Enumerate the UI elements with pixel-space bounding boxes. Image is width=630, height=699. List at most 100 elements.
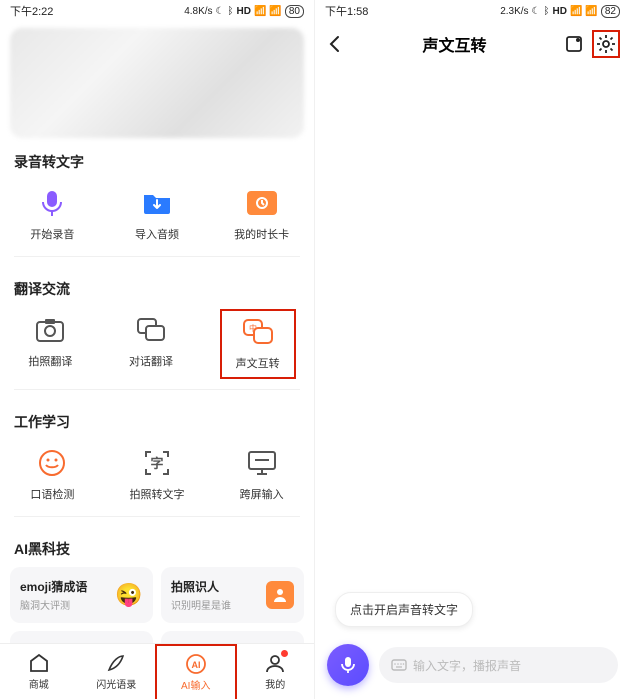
signal-icon: 📶 bbox=[254, 6, 266, 17]
mic-icon bbox=[35, 186, 69, 220]
text-input[interactable]: 输入文字，播报声音 bbox=[379, 647, 618, 683]
emoji-idiom-card[interactable]: emoji猜成语 脑洞大评测 😜 bbox=[10, 567, 153, 623]
mic-icon bbox=[338, 655, 358, 675]
history-button[interactable] bbox=[564, 34, 584, 54]
tab-label: 闪光语录 bbox=[96, 676, 136, 691]
start-recording-button[interactable]: 开始录音 bbox=[0, 180, 105, 248]
nav-bar: 声文互转 bbox=[315, 22, 630, 66]
label: 对话翻译 bbox=[129, 353, 173, 369]
chevron-left-icon bbox=[325, 34, 345, 54]
cross-screen-input-button[interactable]: 跨屏输入 bbox=[209, 440, 314, 508]
status-bar: 下午1:58 2.3K/s ☾ ᛒ HD 📶 📶 82 bbox=[315, 0, 630, 22]
right-screen: 下午1:58 2.3K/s ☾ ᛒ HD 📶 📶 82 声文互转 点击开启声音转… bbox=[315, 0, 630, 699]
hd-icon: HD bbox=[553, 6, 567, 17]
label: 口语检测 bbox=[30, 486, 74, 502]
hd-icon: HD bbox=[237, 6, 251, 17]
label: 跨屏输入 bbox=[240, 486, 284, 502]
folder-icon bbox=[140, 186, 174, 220]
photo-to-text-button[interactable]: 字 拍照转文字 bbox=[105, 440, 210, 508]
label: 导入音频 bbox=[135, 226, 179, 242]
voice-text-icon: 中 bbox=[241, 315, 275, 349]
tab-label: 我的 bbox=[265, 676, 285, 691]
section-title-translate: 翻译交流 bbox=[0, 265, 314, 307]
status-speed: 4.8K/s bbox=[184, 6, 212, 17]
user-icon bbox=[264, 652, 286, 674]
voice-text-convert-button-wrap: 中 声文互转 bbox=[201, 307, 314, 381]
section-title-record: 录音转文字 bbox=[0, 138, 314, 180]
shop-icon bbox=[28, 652, 50, 674]
label: 声文互转 bbox=[236, 355, 280, 371]
card-icon bbox=[245, 186, 279, 220]
left-screen: 下午2:22 4.8K/s ☾ ᛒ HD 📶 📶 80 录音转文字 开始录音 导… bbox=[0, 0, 315, 699]
status-right: 2.3K/s ☾ ᛒ HD 📶 📶 82 bbox=[500, 5, 620, 18]
card-title: 拍照识人 bbox=[171, 578, 231, 595]
tab-label: 商城 bbox=[29, 676, 49, 691]
label: 拍照翻译 bbox=[28, 353, 72, 369]
work-grid: 口语检测 字 拍照转文字 跨屏输入 bbox=[0, 440, 314, 508]
photo-translate-button[interactable]: 拍照翻译 bbox=[0, 307, 101, 381]
duration-card-button[interactable]: 我的时长卡 bbox=[209, 180, 314, 248]
card-sub: 识别明星是谁 bbox=[171, 597, 231, 612]
speaking-test-button[interactable]: 口语检测 bbox=[0, 440, 105, 508]
emoji-icon: 😜 bbox=[115, 581, 143, 609]
monitor-icon bbox=[245, 446, 279, 480]
label: 拍照转文字 bbox=[130, 486, 185, 502]
divider bbox=[14, 516, 300, 517]
divider bbox=[14, 389, 300, 390]
battery-icon: 82 bbox=[601, 5, 620, 18]
label: 开始录音 bbox=[30, 226, 74, 242]
input-placeholder: 输入文字，播报声音 bbox=[413, 657, 521, 674]
badge-dot bbox=[281, 650, 288, 657]
signal-icon: 📶 bbox=[570, 6, 582, 17]
tab-mine[interactable]: 我的 bbox=[237, 644, 315, 699]
translate-grid: 拍照翻译 对话翻译 中 声文互转 bbox=[0, 307, 314, 381]
tab-label: AI输入 bbox=[181, 677, 210, 692]
divider bbox=[14, 256, 300, 257]
keyboard-icon bbox=[391, 657, 407, 673]
card-sub: 脑洞大评测 bbox=[20, 597, 87, 612]
settings-button[interactable] bbox=[592, 30, 620, 58]
photo-identify-person-card[interactable]: 拍照识人 识别明星是谁 bbox=[161, 567, 304, 623]
status-right: 4.8K/s ☾ ᛒ HD 📶 📶 80 bbox=[184, 5, 304, 18]
ai-icon: AI bbox=[185, 653, 207, 675]
status-speed: 2.3K/s bbox=[500, 6, 528, 17]
gear-icon bbox=[596, 34, 616, 54]
bluetooth-icon: ᛒ bbox=[544, 6, 550, 17]
banner-image[interactable] bbox=[10, 28, 304, 138]
svg-text:中: 中 bbox=[249, 323, 257, 333]
tab-shop[interactable]: 商城 bbox=[0, 644, 78, 699]
battery-icon: 80 bbox=[285, 5, 304, 18]
voice-input-button[interactable] bbox=[327, 644, 369, 686]
dialogue-translate-button[interactable]: 对话翻译 bbox=[101, 307, 202, 381]
input-bar: 输入文字，播报声音 bbox=[315, 641, 630, 689]
signal-icon-2: 📶 bbox=[585, 6, 597, 17]
hint-bubble: 点击开启声音转文字 bbox=[335, 592, 473, 627]
voice-text-convert-button[interactable]: 中 声文互转 bbox=[220, 309, 296, 379]
status-time: 下午1:58 bbox=[325, 3, 368, 19]
card-title: emoji猜成语 bbox=[20, 578, 87, 595]
page-title: 声文互转 bbox=[422, 32, 486, 56]
svg-text:AI: AI bbox=[191, 660, 200, 670]
section-title-work: 工作学习 bbox=[0, 398, 314, 440]
status-bar: 下午2:22 4.8K/s ☾ ᛒ HD 📶 📶 80 bbox=[0, 0, 314, 22]
bluetooth-icon: ᛒ bbox=[228, 6, 234, 17]
scan-text-icon: 字 bbox=[140, 446, 174, 480]
page-icon bbox=[564, 34, 584, 54]
tab-bar: 商城 闪光语录 AI AI输入 我的 bbox=[0, 643, 314, 699]
chat-icon bbox=[134, 313, 168, 347]
tab-quotes[interactable]: 闪光语录 bbox=[78, 644, 156, 699]
quill-icon bbox=[105, 652, 127, 674]
section-title-ai: AI黑科技 bbox=[0, 525, 314, 567]
smile-icon bbox=[35, 446, 69, 480]
moon-icon: ☾ bbox=[216, 6, 225, 17]
status-time: 下午2:22 bbox=[10, 3, 53, 19]
moon-icon: ☾ bbox=[532, 6, 541, 17]
record-grid: 开始录音 导入音频 我的时长卡 bbox=[0, 180, 314, 248]
import-audio-button[interactable]: 导入音频 bbox=[105, 180, 210, 248]
label: 我的时长卡 bbox=[234, 226, 289, 242]
back-button[interactable] bbox=[325, 34, 345, 54]
person-icon bbox=[266, 581, 294, 609]
tab-ai-input[interactable]: AI AI输入 bbox=[155, 644, 237, 699]
signal-icon-2: 📶 bbox=[269, 6, 281, 17]
svg-text:字: 字 bbox=[150, 456, 163, 471]
